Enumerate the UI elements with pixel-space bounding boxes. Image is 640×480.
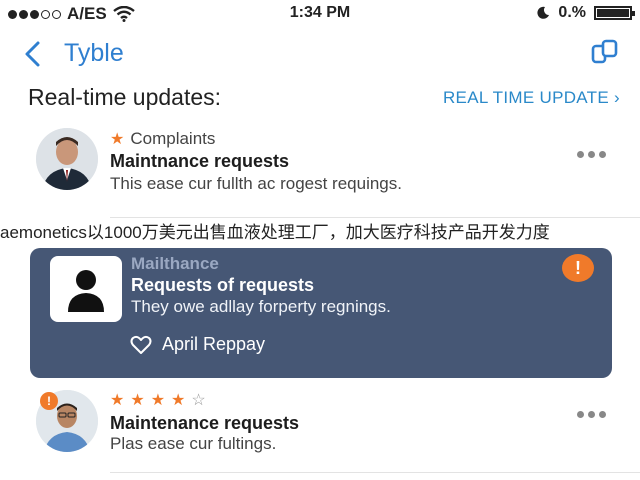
list-item[interactable]: ! ★ ★ ★ ★ ☆ Maintenance requests Plas ease c… bbox=[0, 384, 640, 474]
card-sender: Mailthance bbox=[131, 254, 219, 273]
avatar bbox=[36, 128, 98, 190]
list-item[interactable]: ★ Complaints Maintnance requests This ea… bbox=[0, 124, 640, 219]
item-category-label: Complaints bbox=[130, 129, 216, 148]
news-banner[interactable]: aemonetics以1000万美元出售血液处理工厂，加大医疗科技产品开发力度 bbox=[0, 218, 640, 248]
heart-icon bbox=[130, 335, 152, 354]
navigation-bar: Tyble bbox=[0, 32, 640, 74]
more-options-icon[interactable] bbox=[577, 411, 606, 418]
divider bbox=[110, 472, 640, 473]
star-filled-icon: ★ bbox=[110, 392, 125, 409]
battery-icon bbox=[594, 6, 635, 20]
status-right: 0.% bbox=[536, 4, 635, 22]
star-filled-icon: ★ bbox=[130, 392, 145, 409]
moon-icon bbox=[537, 6, 550, 19]
alert-badge: ! bbox=[562, 254, 594, 282]
user-avatar bbox=[50, 256, 122, 322]
real-time-update-link[interactable]: REAL TIME UPDATE › bbox=[443, 88, 620, 108]
more-options-icon[interactable] bbox=[577, 151, 606, 158]
star-filled-icon: ★ bbox=[150, 392, 166, 409]
nav-title[interactable]: Tyble bbox=[64, 39, 124, 68]
star-rating: ★ ★ ★ ★ ☆ bbox=[110, 390, 206, 410]
status-bar: A/ES 1:34 PM 0.% bbox=[0, 0, 640, 26]
star-empty-icon: ☆ bbox=[191, 392, 206, 409]
alert-badge: ! bbox=[40, 392, 58, 410]
reply-button-label: April Reppay bbox=[162, 334, 266, 354]
card-title: Requests of requests bbox=[131, 275, 315, 295]
section-title: Real-time updates: bbox=[28, 84, 222, 110]
star-filled-icon: ★ bbox=[171, 392, 186, 409]
battery-percentage: 0.% bbox=[558, 4, 586, 21]
back-chevron-icon[interactable] bbox=[22, 40, 44, 68]
item-title: Maintenance requests bbox=[110, 413, 300, 433]
notification-card[interactable]: Mailthance Requests of requests They owe… bbox=[30, 248, 612, 378]
cards-icon[interactable] bbox=[590, 38, 620, 66]
card-description: They owe adllay forperty regnings. bbox=[131, 297, 391, 316]
star-icon: ★ bbox=[110, 131, 125, 148]
item-description: This ease cur fullth ac rogest requings. bbox=[110, 174, 402, 193]
item-category: ★ Complaints bbox=[110, 129, 215, 149]
item-description: Plas ease cur fultings. bbox=[110, 434, 277, 453]
item-title: Maintnance requests bbox=[110, 151, 290, 171]
reply-button[interactable]: April Reppay bbox=[130, 334, 265, 355]
